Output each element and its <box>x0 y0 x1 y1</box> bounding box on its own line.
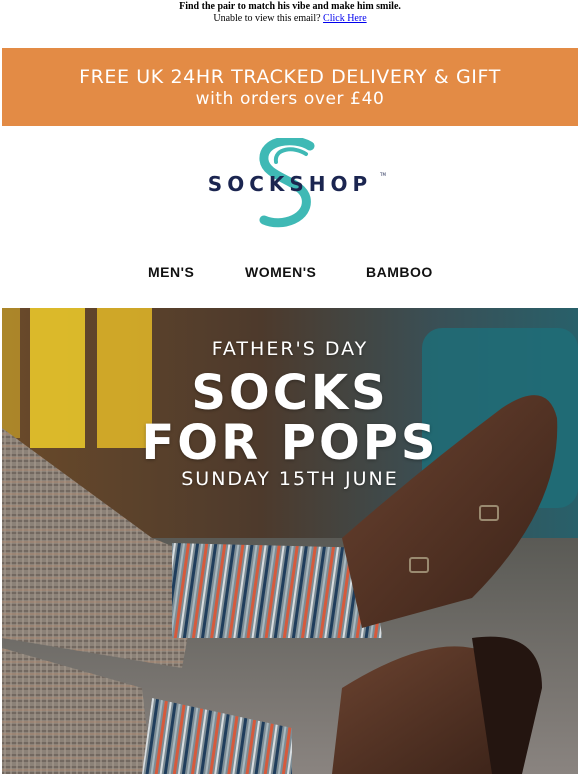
sockshop-logo[interactable]: SOCKSHOP TM <box>190 136 390 230</box>
nav-item-mens[interactable]: MEN'S <box>148 264 194 280</box>
hero-headline-1: SOCKS <box>191 365 389 421</box>
promo-line-1: FREE UK 24HR TRACKED DELIVERY & GIFT <box>79 66 501 88</box>
sockshop-logo-mark: SOCKSHOP TM <box>208 136 386 228</box>
nav-item-bamboo[interactable]: BAMBOO <box>366 264 433 280</box>
logo-trademark: TM <box>379 172 386 177</box>
logo-wordmark: SOCKSHOP <box>208 172 372 196</box>
preheader-tagline: Find the pair to match his vibe and make… <box>179 1 401 12</box>
promo-line-2: with orders over £40 <box>195 89 385 109</box>
view-in-browser-link[interactable]: Click Here <box>323 13 367 24</box>
hero-kicker: FATHER'S DAY <box>211 338 369 360</box>
hero-date: SUNDAY 15TH JUNE <box>181 468 399 490</box>
view-in-browser-line: Unable to view this email? Click Here <box>0 13 580 25</box>
hero-headline-2: FOR POPS <box>141 415 439 471</box>
delivery-promo-banner[interactable]: FREE UK 24HR TRACKED DELIVERY & GIFT wit… <box>2 48 578 126</box>
preheader: Find the pair to match his vibe and make… <box>0 0 580 25</box>
view-text: Unable to view this email? <box>213 13 321 24</box>
hero-banner[interactable]: FATHER'S DAY SOCKS FOR POPS SUNDAY 15TH … <box>2 308 578 774</box>
nav-item-womens[interactable]: WOMEN'S <box>245 264 316 280</box>
main-nav: MEN'S WOMEN'S BAMBOO <box>0 262 580 284</box>
